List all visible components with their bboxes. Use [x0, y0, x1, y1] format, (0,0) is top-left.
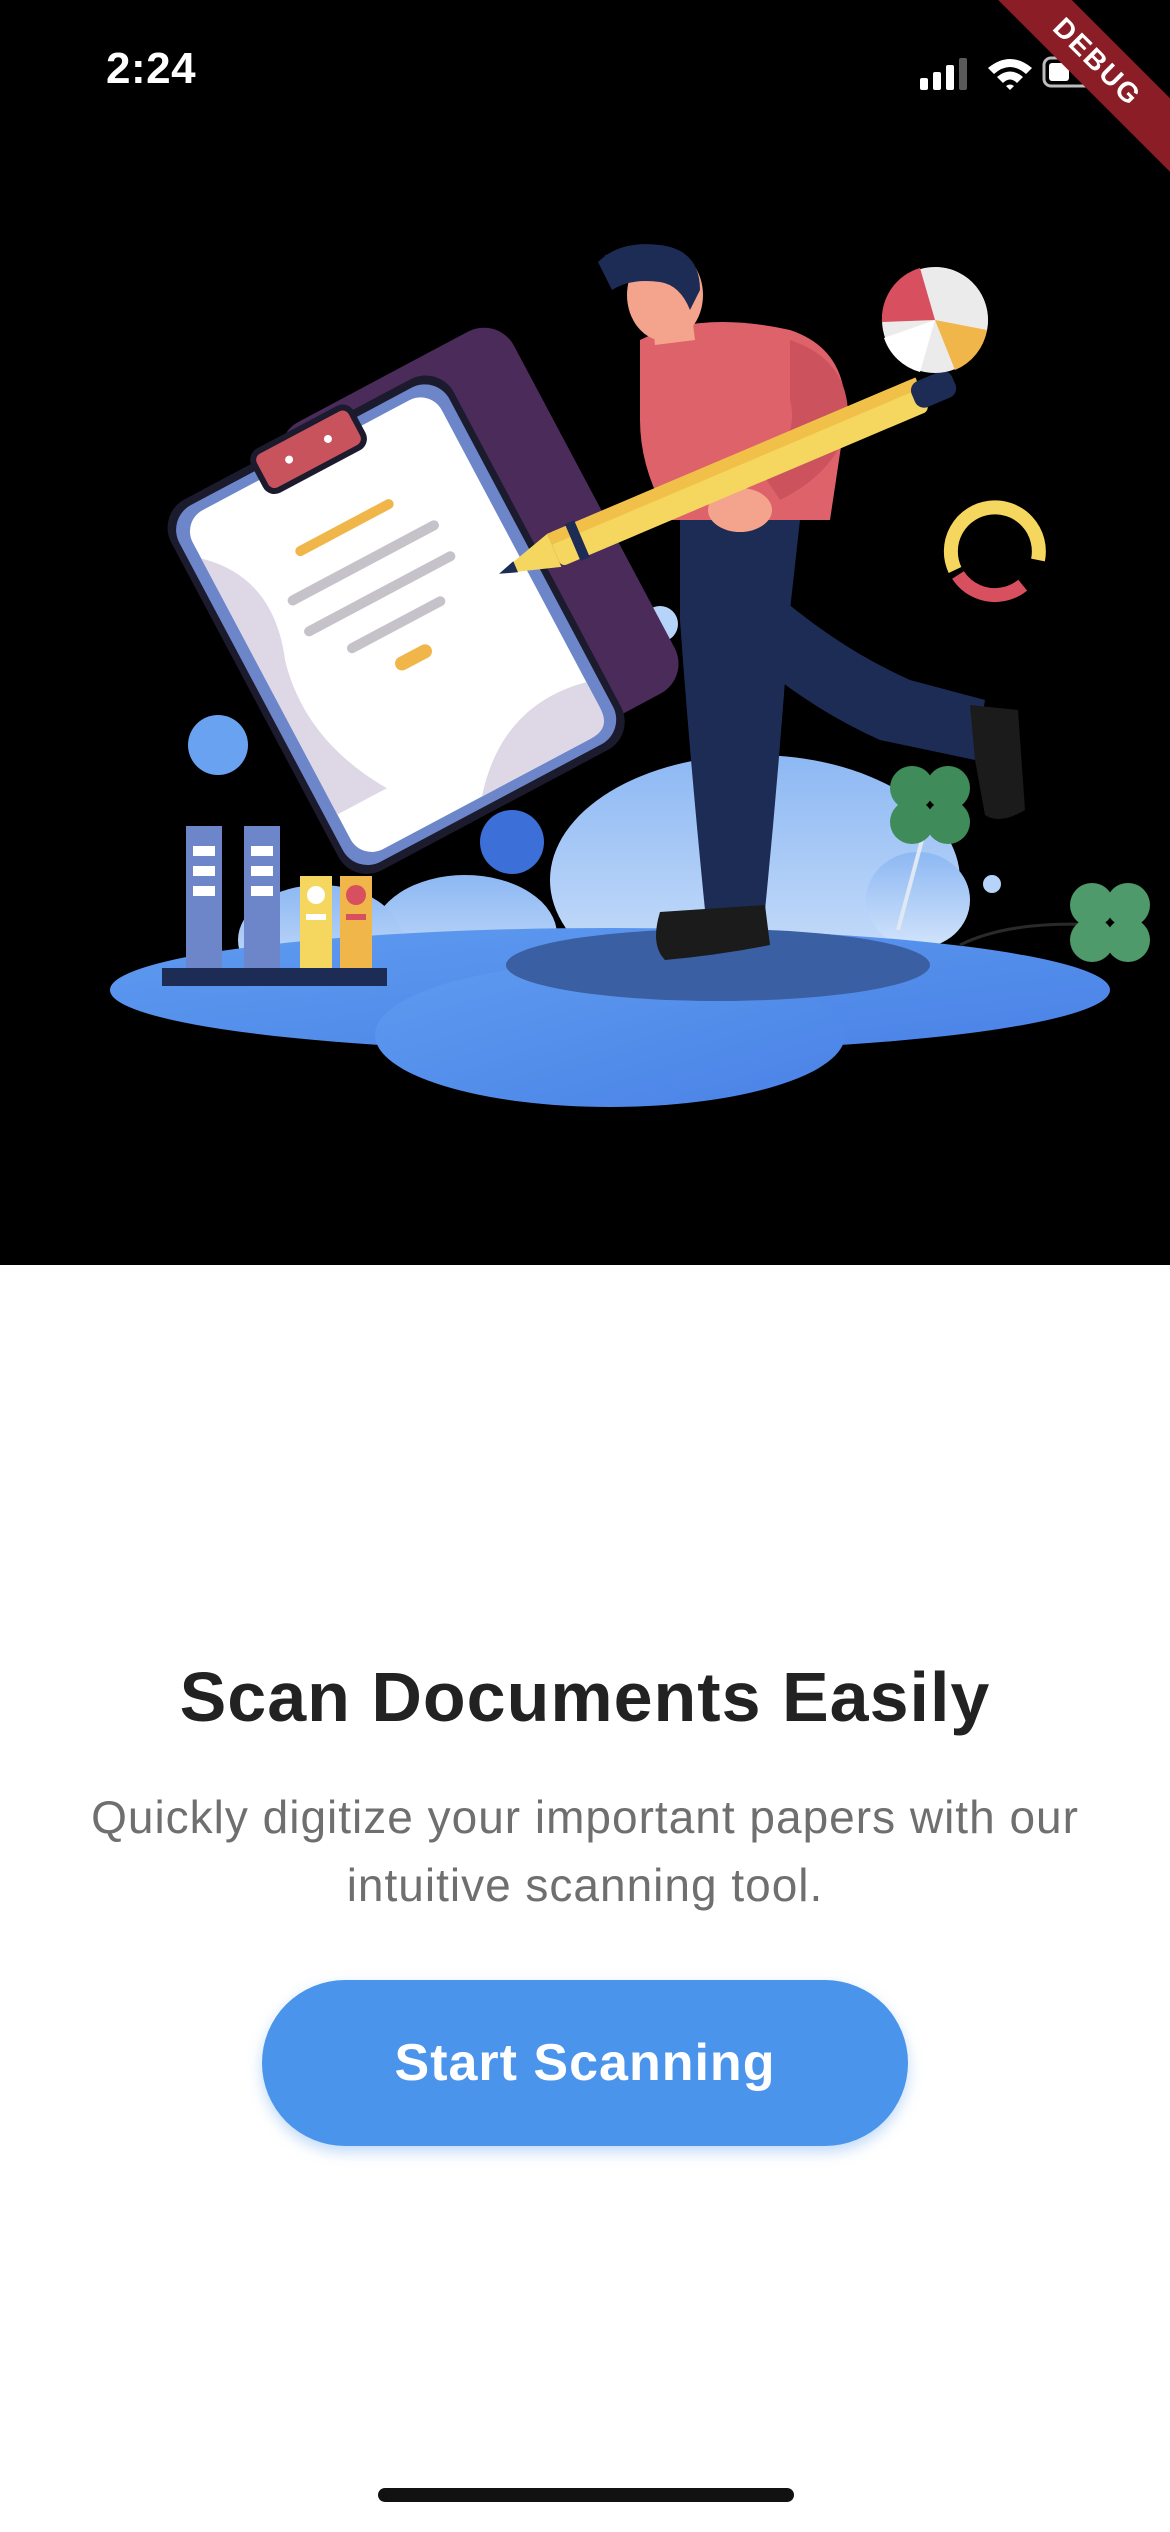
- status-bar-time: 2:24: [106, 44, 197, 93]
- bubble-decoration: [188, 715, 248, 775]
- hero-section: 2:24 DEBUG: [0, 0, 1170, 1265]
- onboarding-title: Scan Documents Easily: [179, 1658, 991, 1736]
- bubble-decoration: [983, 875, 1001, 893]
- donut-ring-decoration: [943, 500, 1046, 603]
- home-indicator[interactable]: [378, 2488, 794, 2502]
- pie-chart-decoration: [881, 267, 988, 373]
- scanning-illustration: [110, 244, 1150, 1107]
- bubble-decoration: [480, 810, 544, 874]
- cellular-signal-icon: [920, 58, 967, 90]
- onboarding-content: Scan Documents Easily Quickly digitize y…: [0, 1265, 1170, 2532]
- start-scanning-button[interactable]: Start Scanning: [262, 1980, 908, 2146]
- wifi-icon: [988, 59, 1032, 90]
- onboarding-subtitle: Quickly digitize your important papers w…: [91, 1791, 1079, 1911]
